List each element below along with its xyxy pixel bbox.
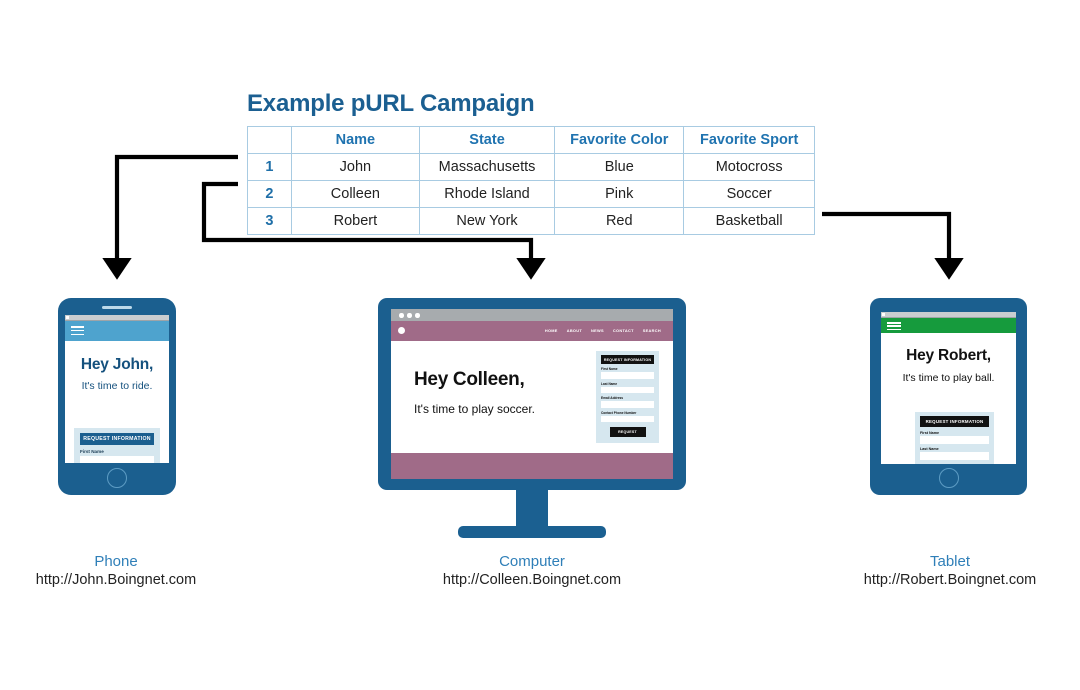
phone-request-form: REQUEST INFORMATION First Name Last Name xyxy=(74,428,160,463)
tablet-device-label: Tablet xyxy=(929,553,971,570)
site-logo-icon xyxy=(398,327,405,334)
tablet-request-form: REQUEST INFORMATION First Name Last Name… xyxy=(915,412,994,464)
phone-hero: Hey John, It's time to ride. xyxy=(65,341,169,392)
computer-field-input-last-name[interactable] xyxy=(601,386,654,393)
computer-caption: Computer http://Colleen.Boingnet.com xyxy=(432,553,632,588)
phone-screen: Hey John, It's time to ride. REQUEST INF… xyxy=(65,315,169,463)
phone-url: http://John.Boingnet.com xyxy=(35,572,197,588)
arrow-row3-to-tablet xyxy=(822,211,964,280)
table-row: 1 John Massachusetts Blue Motocross xyxy=(247,153,815,181)
phone-device-label: Phone xyxy=(94,553,138,570)
tablet-field-label-first-name: First Name xyxy=(920,430,940,435)
phone-site-navbar xyxy=(65,321,169,341)
tablet-field-label-last-name: Last Name xyxy=(920,447,939,452)
cell-favorite-color: Pink xyxy=(554,180,685,208)
tablet-screen: Hey Robert, It's time to play ball. REQU… xyxy=(881,312,1016,464)
computer-form-heading: REQUEST INFORMATION xyxy=(601,355,654,364)
tablet-headline: Hey Robert, xyxy=(906,347,991,364)
monitor-bezel: HOME ABOUT NEWS CONTACT SEARCH Hey Colle… xyxy=(378,298,686,490)
table-header-row: Name State Favorite Color Favorite Sport xyxy=(247,126,815,154)
hamburger-menu-icon[interactable] xyxy=(887,322,901,331)
nav-link-contact[interactable]: CONTACT xyxy=(613,328,634,333)
browser-chrome-bar xyxy=(391,309,673,321)
tablet-device-mockup: Hey Robert, It's time to play ball. REQU… xyxy=(870,298,1027,495)
arrow-row1-to-phone xyxy=(102,154,238,280)
computer-request-form: REQUEST INFORMATION First Name Last Name… xyxy=(596,351,659,443)
browser-dot-icon xyxy=(407,313,412,318)
row-index: 1 xyxy=(247,153,292,181)
phone-form-heading: REQUEST INFORMATION xyxy=(80,433,154,445)
cell-favorite-sport: Basketball xyxy=(683,207,815,235)
cell-state: Rhode Island xyxy=(418,180,556,208)
computer-url: http://Colleen.Boingnet.com xyxy=(442,572,622,588)
computer-field-label-last-name: Last Name xyxy=(601,381,618,386)
phone-field-input-first-name[interactable] xyxy=(80,455,154,463)
phone-home-button[interactable] xyxy=(107,468,127,488)
computer-field-input-first-name[interactable] xyxy=(601,372,654,379)
nav-link-search[interactable]: SEARCH xyxy=(643,328,661,333)
computer-page-body: Hey Colleen, It's time to play soccer. R… xyxy=(391,341,673,451)
hamburger-menu-icon[interactable] xyxy=(71,326,84,336)
page-title: Example pURL Campaign xyxy=(247,90,535,117)
tablet-field-input-last-name[interactable] xyxy=(920,452,989,461)
cell-favorite-color: Blue xyxy=(554,153,685,181)
cell-name: John xyxy=(290,153,420,181)
nav-link-home[interactable]: HOME xyxy=(545,328,558,333)
monitor-stand-base xyxy=(458,526,606,538)
nav-link-news[interactable]: NEWS xyxy=(591,328,604,333)
cell-favorite-color: Red xyxy=(554,207,685,235)
column-header-favorite-sport: Favorite Sport xyxy=(683,126,815,154)
computer-request-submit-button[interactable]: REQUEST xyxy=(609,427,646,437)
tablet-url: http://Robert.Boingnet.com xyxy=(863,572,1037,588)
monitor-stand-neck xyxy=(516,490,548,528)
computer-device-mockup: HOME ABOUT NEWS CONTACT SEARCH Hey Colle… xyxy=(378,298,686,543)
computer-site-navbar: HOME ABOUT NEWS CONTACT SEARCH xyxy=(391,321,673,341)
column-header-favorite-color: Favorite Color xyxy=(554,126,685,154)
computer-footer-band xyxy=(391,453,673,479)
computer-field-label-contact-phone-number: Contact Phone Number xyxy=(601,410,637,415)
cell-name: Colleen xyxy=(290,180,420,208)
phone-caption: Phone http://John.Boingnet.com xyxy=(16,553,216,588)
computer-nav-links: HOME ABOUT NEWS CONTACT SEARCH xyxy=(545,328,661,333)
column-header-state: State xyxy=(418,126,556,154)
tablet-form-heading: REQUEST INFORMATION xyxy=(920,416,989,427)
table-row: 2 Colleen Rhode Island Pink Soccer xyxy=(247,180,815,208)
computer-device-label: Computer xyxy=(499,553,565,570)
browser-dot-icon xyxy=(415,313,420,318)
tablet-site-navbar xyxy=(881,318,1016,333)
computer-hero: Hey Colleen, It's time to play soccer. xyxy=(414,369,535,416)
browser-dot-icon xyxy=(399,313,404,318)
cell-name: Robert xyxy=(290,207,420,235)
column-header-name: Name xyxy=(290,126,420,154)
tablet-home-button[interactable] xyxy=(938,468,959,488)
table-row: 3 Robert New York Red Basketball xyxy=(247,207,815,235)
phone-headline: Hey John, xyxy=(80,356,154,373)
phone-speaker xyxy=(102,306,132,309)
phone-subhead: It's time to ride. xyxy=(81,380,153,392)
computer-screen: HOME ABOUT NEWS CONTACT SEARCH Hey Colle… xyxy=(391,309,673,479)
row-index: 3 xyxy=(247,207,292,235)
tablet-hero: Hey Robert, It's time to play ball. xyxy=(881,333,1016,384)
cell-favorite-sport: Motocross xyxy=(683,153,815,181)
column-header-index xyxy=(247,126,292,154)
computer-headline: Hey Colleen, xyxy=(414,369,525,390)
computer-field-label-email-address: Email Address xyxy=(601,396,624,400)
computer-field-input-contact-phone-number[interactable] xyxy=(601,415,654,422)
phone-device-mockup: Hey John, It's time to ride. REQUEST INF… xyxy=(58,298,176,495)
computer-subhead: It's time to play soccer. xyxy=(414,402,536,416)
tablet-caption: Tablet http://Robert.Boingnet.com xyxy=(850,553,1050,588)
tablet-subhead: It's time to play ball. xyxy=(902,372,995,384)
computer-field-input-email-address[interactable] xyxy=(601,401,654,408)
row-index: 2 xyxy=(247,180,292,208)
computer-field-label-first-name: First Name xyxy=(601,367,618,371)
cell-state: New York xyxy=(418,207,556,235)
diagram-canvas: Example pURL Campaign Name State Favorit… xyxy=(0,0,1080,690)
cell-state: Massachusetts xyxy=(418,153,556,181)
tablet-field-input-first-name[interactable] xyxy=(920,435,989,444)
campaign-data-table: Name State Favorite Color Favorite Sport… xyxy=(247,126,815,235)
phone-field-label-first-name: First Name xyxy=(80,449,104,454)
nav-link-about[interactable]: ABOUT xyxy=(567,328,582,333)
cell-favorite-sport: Soccer xyxy=(683,180,815,208)
